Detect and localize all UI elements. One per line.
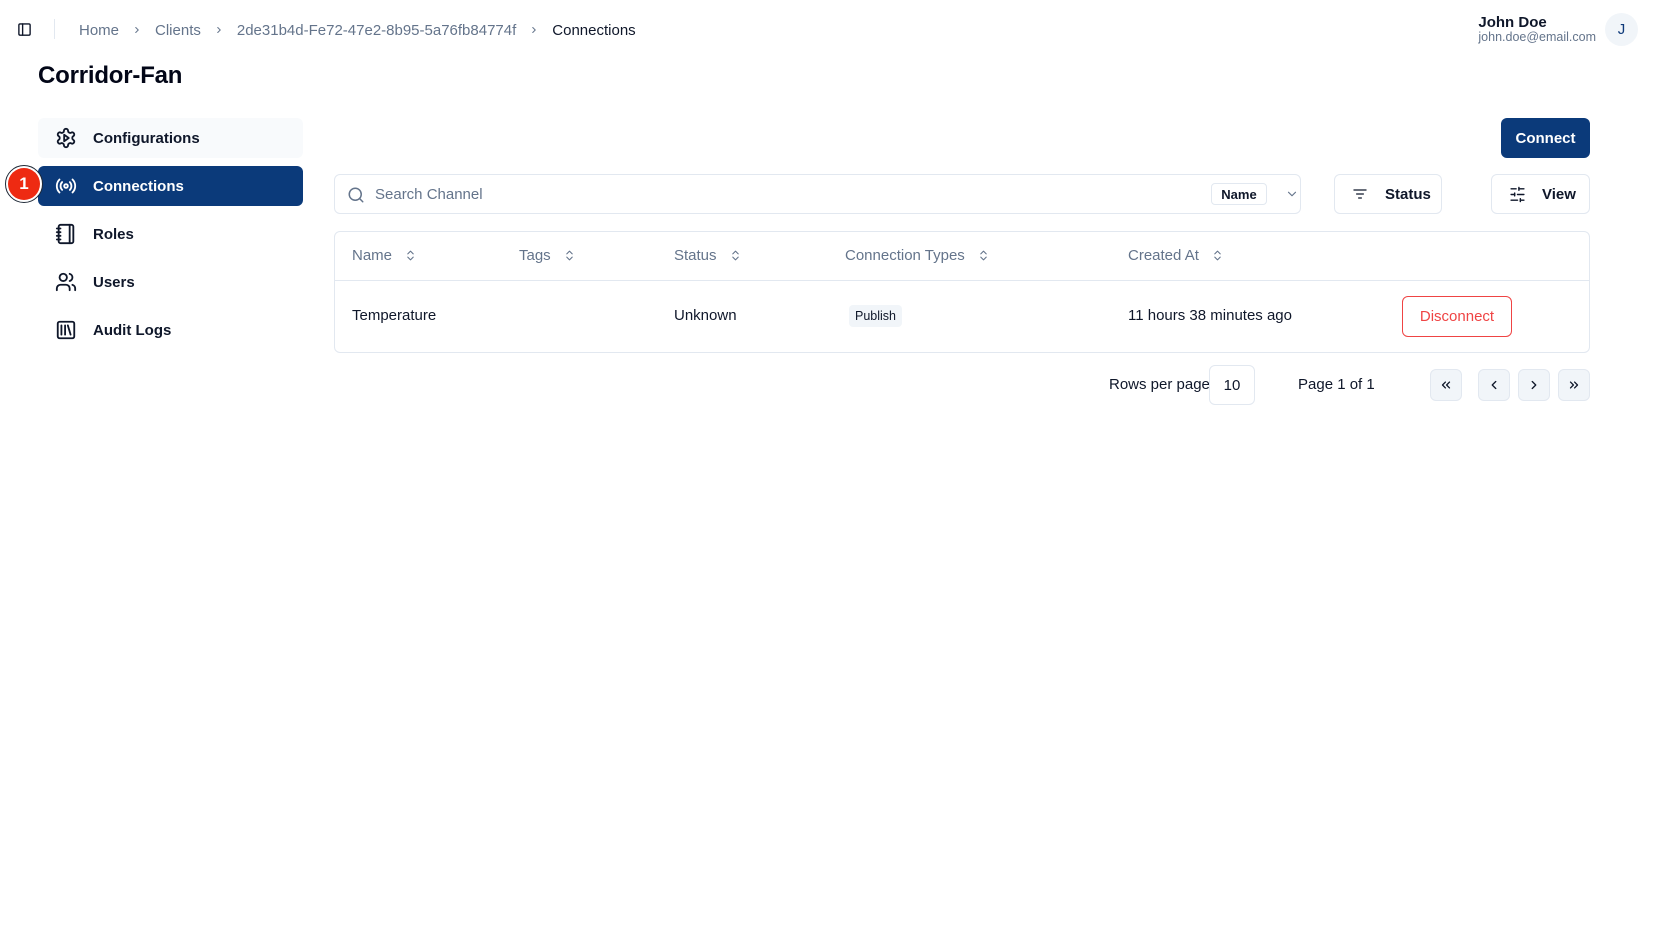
cell-created-at: 11 hours 38 minutes ago xyxy=(1128,307,1292,324)
user-menu[interactable]: John Doe john.doe@email.com J xyxy=(1478,13,1638,46)
sliders-icon xyxy=(1508,185,1526,203)
connection-type-badge: Publish xyxy=(849,305,902,327)
column-header-connection-types[interactable]: Connection Types xyxy=(845,247,991,264)
last-page-button[interactable] xyxy=(1558,369,1590,401)
sidebar-item-label: Configurations xyxy=(93,129,200,147)
chevrons-left-icon xyxy=(1441,381,1451,389)
next-page-button[interactable] xyxy=(1518,369,1550,401)
view-options-button[interactable]: View xyxy=(1491,174,1590,214)
column-label: Connection Types xyxy=(845,247,965,264)
sidebar-nav: Configurations Connections Roles Users A… xyxy=(38,118,303,358)
radio-icon xyxy=(54,174,78,198)
sidebar-item-label: Connections xyxy=(93,177,184,195)
step-marker-number: 1 xyxy=(8,168,40,200)
sidebar-item-users[interactable]: Users xyxy=(38,262,303,302)
search-field-select[interactable]: Name xyxy=(1211,183,1267,205)
breadcrumb-home[interactable]: Home xyxy=(79,22,119,39)
breadcrumb-current: Connections xyxy=(552,21,636,39)
column-header-tags[interactable]: Tags xyxy=(519,247,577,264)
chevrons-right-icon xyxy=(1569,381,1579,389)
sidebar-item-configurations[interactable]: Configurations xyxy=(38,118,303,158)
sidebar-item-label: Roles xyxy=(93,225,134,243)
sort-icon xyxy=(1211,249,1225,263)
notebook-icon xyxy=(54,222,78,246)
table-header: Name Tags Status Connection Types Create… xyxy=(335,232,1589,281)
connections-table: Name Tags Status Connection Types Create… xyxy=(334,231,1590,353)
top-bar: Home Clients 2de31b4d-Fe72-47e2-8b95-5a7… xyxy=(0,0,1660,60)
sidebar-item-label: Users xyxy=(93,273,135,291)
sidebar-item-audit-logs[interactable]: Audit Logs xyxy=(38,310,303,350)
sidebar-item-roles[interactable]: Roles xyxy=(38,214,303,254)
breadcrumb: Home Clients 2de31b4d-Fe72-47e2-8b95-5a7… xyxy=(79,19,636,41)
previous-page-button[interactable] xyxy=(1478,369,1510,401)
breadcrumb-clients[interactable]: Clients xyxy=(155,22,201,39)
sidebar-item-label: Audit Logs xyxy=(93,321,172,339)
chevron-right-icon xyxy=(1531,380,1537,390)
cell-status: Unknown xyxy=(674,307,737,324)
user-name: John Doe xyxy=(1478,14,1547,32)
column-header-status[interactable]: Status xyxy=(674,247,743,264)
column-header-created-at[interactable]: Created At xyxy=(1128,247,1225,264)
column-header-name[interactable]: Name xyxy=(352,247,418,264)
avatar[interactable]: J xyxy=(1605,13,1638,46)
sort-icon xyxy=(977,249,991,263)
connect-button[interactable]: Connect xyxy=(1501,118,1590,158)
chevron-right-icon xyxy=(214,25,224,35)
search-icon xyxy=(348,187,364,203)
search-input[interactable] xyxy=(375,175,1135,213)
column-label: Name xyxy=(352,247,393,264)
chevron-down-icon[interactable] xyxy=(1285,187,1299,201)
column-label: Created At xyxy=(1128,247,1199,264)
user-email: john.doe@email.com xyxy=(1478,30,1596,45)
table-row[interactable]: Temperature Unknown Publish 11 hours 38 … xyxy=(335,281,1589,352)
column-label: Tags xyxy=(519,247,551,264)
step-marker-badge: 1 xyxy=(5,165,43,203)
rows-per-page-label: Rows per page xyxy=(1109,376,1210,393)
user-info: John Doe john.doe@email.com xyxy=(1478,15,1596,44)
breadcrumb-client-id[interactable]: 2de31b4d-Fe72-47e2-8b95-5a76fb84774f xyxy=(237,22,516,39)
chevron-right-icon xyxy=(132,25,142,35)
sort-icon xyxy=(729,249,743,263)
column-label: Status xyxy=(674,247,717,264)
users-icon xyxy=(54,270,78,294)
filter-icon xyxy=(1351,185,1369,203)
settings-icon xyxy=(54,126,78,150)
first-page-button[interactable] xyxy=(1430,369,1462,401)
search-bar: Name xyxy=(334,174,1301,214)
library-icon xyxy=(54,318,78,342)
chevron-left-icon xyxy=(1491,380,1497,390)
cell-name: Temperature xyxy=(352,307,437,324)
sidebar-item-connections[interactable]: Connections xyxy=(38,166,303,206)
panel-left-icon xyxy=(17,22,31,36)
divider xyxy=(54,19,55,39)
sidebar-toggle-button[interactable] xyxy=(16,21,32,37)
view-options-label: View xyxy=(1542,185,1576,203)
page-indicator: Page 1 of 1 xyxy=(1298,376,1375,393)
page-title: Corridor-Fan xyxy=(38,62,183,89)
disconnect-button[interactable]: Disconnect xyxy=(1402,296,1512,337)
rows-per-page-select[interactable]: 10 xyxy=(1209,365,1255,405)
status-filter-label: Status xyxy=(1385,185,1431,203)
status-filter-button[interactable]: Status xyxy=(1334,174,1442,214)
sort-icon xyxy=(404,249,418,263)
chevron-right-icon xyxy=(529,25,539,35)
sort-icon xyxy=(563,249,577,263)
